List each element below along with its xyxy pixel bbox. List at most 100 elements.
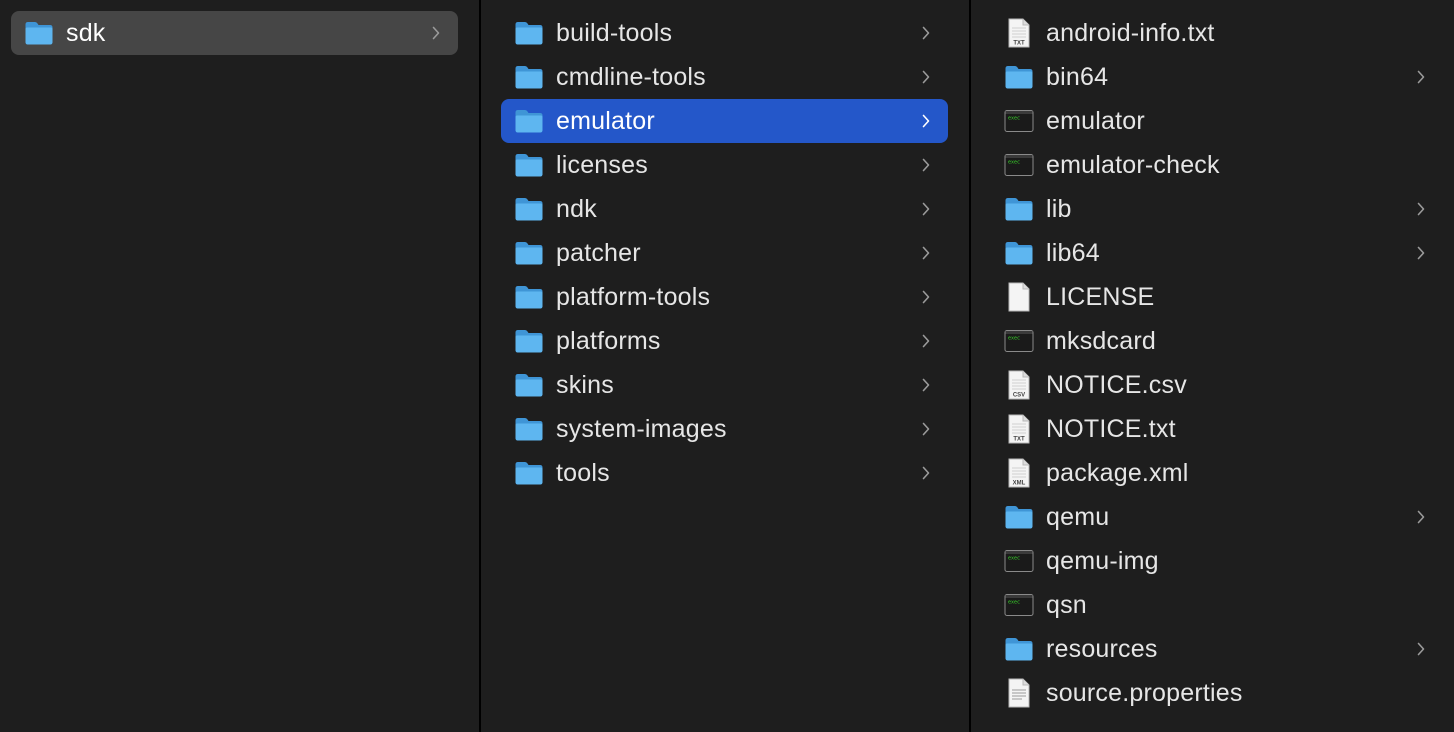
- chevron-right-icon: [920, 421, 932, 437]
- column-2[interactable]: build-tools cmdline-tools emulator licenses…: [481, 0, 971, 732]
- item-label: cmdline-tools: [556, 62, 706, 91]
- item-label: lib64: [1046, 238, 1100, 267]
- folder-icon: [514, 107, 544, 135]
- folder-icon: [514, 239, 544, 267]
- folder-row-qemu[interactable]: qemu: [991, 495, 1443, 539]
- svg-text:TXT: TXT: [1013, 41, 1025, 47]
- file-row-notice-txt[interactable]: TXT NOTICE.txt: [991, 407, 1443, 451]
- file-row-emulator[interactable]: exec emulator: [991, 99, 1443, 143]
- item-label: NOTICE.txt: [1046, 414, 1176, 443]
- document-icon: TXT: [1004, 18, 1034, 48]
- folder-row-tools[interactable]: tools: [501, 451, 948, 495]
- folder-row-ndk[interactable]: ndk: [501, 187, 948, 231]
- folder-row-sdk[interactable]: sdk: [11, 11, 458, 55]
- executable-icon: exec: [1004, 591, 1034, 619]
- chevron-right-icon: [920, 25, 932, 41]
- folder-row-platforms[interactable]: platforms: [501, 319, 948, 363]
- column-1[interactable]: sdk: [0, 0, 481, 732]
- executable-icon: exec: [1004, 327, 1034, 355]
- item-label: platforms: [556, 326, 661, 355]
- folder-icon: [514, 63, 544, 91]
- folder-icon: [514, 19, 544, 47]
- chevron-right-icon: [1415, 245, 1427, 261]
- item-label: NOTICE.csv: [1046, 370, 1187, 399]
- chevron-right-icon: [1415, 201, 1427, 217]
- folder-icon: [1004, 239, 1034, 267]
- folder-row-emulator[interactable]: emulator: [501, 99, 948, 143]
- svg-text:CSV: CSV: [1013, 393, 1025, 399]
- chevron-right-icon: [920, 113, 932, 129]
- chevron-right-icon: [920, 465, 932, 481]
- folder-row-platform-tools[interactable]: platform-tools: [501, 275, 948, 319]
- chevron-right-icon: [920, 377, 932, 393]
- svg-text:exec: exec: [1008, 116, 1020, 122]
- folder-row-skins[interactable]: skins: [501, 363, 948, 407]
- blank-document-icon: [1004, 282, 1034, 312]
- folder-icon: [1004, 195, 1034, 223]
- chevron-right-icon: [920, 245, 932, 261]
- item-label: licenses: [556, 150, 648, 179]
- item-label: sdk: [66, 18, 106, 47]
- executable-icon: exec: [1004, 151, 1034, 179]
- item-label: android-info.txt: [1046, 18, 1215, 47]
- file-row-package-xml[interactable]: XML package.xml: [991, 451, 1443, 495]
- item-label: tools: [556, 458, 610, 487]
- folder-row-lib[interactable]: lib: [991, 187, 1443, 231]
- folder-row-system-images[interactable]: system-images: [501, 407, 948, 451]
- folder-icon: [514, 459, 544, 487]
- folder-icon: [514, 283, 544, 311]
- chevron-right-icon: [920, 333, 932, 349]
- chevron-right-icon: [920, 69, 932, 85]
- executable-icon: exec: [1004, 547, 1034, 575]
- folder-row-cmdline-tools[interactable]: cmdline-tools: [501, 55, 948, 99]
- folder-icon: [514, 151, 544, 179]
- finder-column-browser: sdk build-tools cmdline-tools emulator lice…: [0, 0, 1454, 732]
- chevron-right-icon: [1415, 509, 1427, 525]
- folder-icon: [514, 195, 544, 223]
- file-row-android-info-txt[interactable]: TXT android-info.txt: [991, 11, 1443, 55]
- file-row-emulator-check[interactable]: exec emulator-check: [991, 143, 1443, 187]
- chevron-right-icon: [1415, 641, 1427, 657]
- folder-row-lib64[interactable]: lib64: [991, 231, 1443, 275]
- folder-row-bin64[interactable]: bin64: [991, 55, 1443, 99]
- file-row-qemu-img[interactable]: exec qemu-img: [991, 539, 1443, 583]
- item-label: lib: [1046, 194, 1072, 223]
- executable-icon: exec: [1004, 107, 1034, 135]
- chevron-right-icon: [920, 289, 932, 305]
- folder-icon: [1004, 635, 1034, 663]
- folder-row-licenses[interactable]: licenses: [501, 143, 948, 187]
- file-row-source-properties[interactable]: source.properties: [991, 671, 1443, 715]
- item-label: qemu: [1046, 502, 1110, 531]
- svg-text:exec: exec: [1008, 556, 1020, 562]
- folder-icon: [1004, 63, 1034, 91]
- item-label: platform-tools: [556, 282, 711, 311]
- folder-row-build-tools[interactable]: build-tools: [501, 11, 948, 55]
- item-label: system-images: [556, 414, 727, 443]
- file-row-mksdcard[interactable]: exec mksdcard: [991, 319, 1443, 363]
- item-label: package.xml: [1046, 458, 1189, 487]
- svg-text:exec: exec: [1008, 336, 1020, 342]
- svg-text:exec: exec: [1008, 160, 1020, 166]
- item-label: source.properties: [1046, 678, 1243, 707]
- item-label: bin64: [1046, 62, 1109, 91]
- document-icon: CSV: [1004, 370, 1034, 400]
- svg-text:XML: XML: [1013, 481, 1026, 487]
- item-label: skins: [556, 370, 614, 399]
- item-label: qemu-img: [1046, 546, 1159, 575]
- folder-icon: [514, 371, 544, 399]
- item-label: build-tools: [556, 18, 673, 47]
- item-label: resources: [1046, 634, 1158, 663]
- chevron-right-icon: [430, 25, 442, 41]
- chevron-right-icon: [920, 157, 932, 173]
- file-row-notice-csv[interactable]: CSV NOTICE.csv: [991, 363, 1443, 407]
- file-row-license[interactable]: LICENSE: [991, 275, 1443, 319]
- svg-text:exec: exec: [1008, 600, 1020, 606]
- item-label: patcher: [556, 238, 641, 267]
- column-3[interactable]: TXT android-info.txt bin64 exec emulator exec…: [971, 0, 1454, 732]
- item-label: qsn: [1046, 590, 1087, 619]
- folder-row-patcher[interactable]: patcher: [501, 231, 948, 275]
- folder-row-resources[interactable]: resources: [991, 627, 1443, 671]
- file-row-qsn[interactable]: exec qsn: [991, 583, 1443, 627]
- item-label: emulator: [1046, 106, 1145, 135]
- item-label: emulator: [556, 106, 655, 135]
